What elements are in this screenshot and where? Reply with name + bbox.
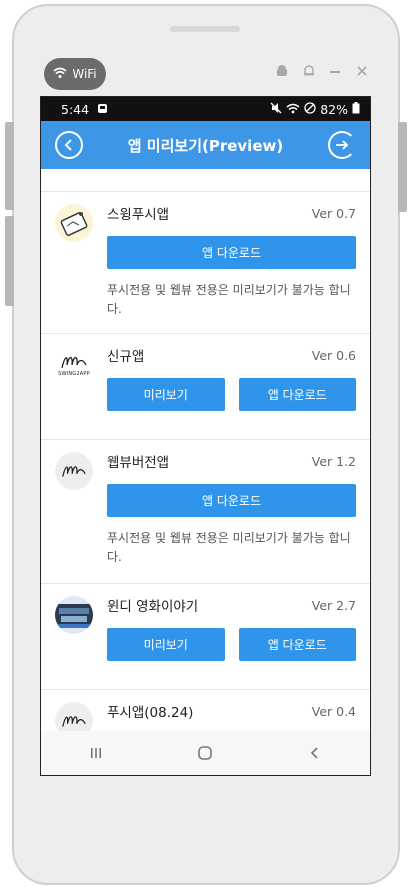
recent-apps-icon [90, 748, 101, 758]
battery-percent: 82% [320, 101, 348, 117]
app-icon: SWING2APP [55, 346, 93, 384]
app-header: 앱 미리보기(Preview) [41, 121, 370, 169]
app-icon [55, 452, 93, 490]
power-button[interactable] [398, 122, 407, 212]
notification-icon [97, 102, 108, 117]
wifi-icon [53, 67, 67, 82]
recent-apps-button[interactable] [76, 738, 116, 768]
status-time: 5:44 [61, 101, 90, 117]
emulator-toolbar [274, 60, 370, 82]
list-item: 윈디 영화이야기 Ver 2.7 미리보기 앱 다운로드 [41, 583, 370, 689]
home-icon [198, 746, 213, 760]
speaker-grille [170, 26, 240, 32]
download-button[interactable]: 앱 다운로드 [107, 484, 356, 517]
list-item: SWING2APP 신규앱 Ver 0.6 미리보기 앱 다운로드 [41, 333, 370, 439]
app-name: 신규앱 [107, 349, 145, 365]
back-nav-button[interactable] [295, 738, 335, 768]
no-sim-icon [304, 101, 316, 117]
android-icon[interactable] [274, 63, 290, 79]
app-version: Ver 0.4 [311, 703, 356, 719]
preview-button[interactable]: 미리보기 [107, 378, 225, 411]
app-version: Ver 2.7 [311, 597, 356, 613]
phone-screen: 5:44 82% 앱 미리보기(Preview) 스윙푸시앱 Ver 0.7 앱… [40, 96, 371, 776]
download-button[interactable]: 앱 다운로드 [238, 628, 356, 661]
bell-icon[interactable] [301, 63, 317, 79]
wifi-badge-label: WiFi [72, 67, 97, 81]
mute-icon [270, 102, 282, 117]
home-button[interactable] [185, 738, 225, 768]
page-title: 앱 미리보기(Preview) [127, 136, 284, 155]
close-icon[interactable] [354, 63, 370, 79]
volume-up-button[interactable] [5, 122, 14, 210]
download-button[interactable]: 앱 다운로드 [107, 236, 356, 269]
app-version: Ver 0.7 [311, 205, 356, 221]
volume-down-button[interactable] [5, 216, 14, 306]
notice-text: 푸시전용 및 웹뷰 전용은 미리보기가 불가능 합니다. [107, 531, 351, 564]
app-name: 스윙푸시앱 [107, 207, 170, 223]
app-name: 윈디 영화이야기 [107, 599, 199, 615]
list-item: 스윙푸시앱 Ver 0.7 앱 다운로드 푸시전용 및 웹뷰 전용은 미리보기가… [41, 191, 370, 333]
app-name: 푸시앱(08.24) [107, 705, 194, 721]
wifi-signal-icon [286, 102, 300, 117]
android-nav-bar [41, 731, 370, 775]
battery-icon [352, 101, 360, 117]
list-item: 푸시앱(08.24) Ver 0.4 [41, 689, 370, 731]
status-bar: 5:44 82% [41, 97, 370, 121]
wifi-badge[interactable]: WiFi [44, 58, 106, 90]
minimize-icon[interactable] [327, 63, 343, 79]
app-version: Ver 1.2 [311, 453, 356, 469]
preview-button[interactable]: 미리보기 [107, 628, 225, 661]
back-button[interactable] [55, 131, 83, 159]
app-icon [55, 596, 93, 634]
chevron-left-icon [64, 139, 72, 151]
chevron-left-icon [311, 747, 318, 759]
notice-text: 푸시전용 및 웹뷰 전용은 미리보기가 불가능 합니다. [107, 283, 351, 316]
app-icon [55, 204, 93, 242]
download-button[interactable]: 앱 다운로드 [238, 378, 356, 411]
logout-icon [335, 140, 349, 150]
app-version: Ver 0.6 [311, 347, 356, 363]
app-icon [55, 702, 93, 731]
list-item: 웹뷰버전앱 Ver 1.2 앱 다운로드 푸시전용 및 웹뷰 전용은 미리보기가… [41, 439, 370, 583]
swing2app-logo-text: SWING2APP [58, 371, 90, 377]
exit-button[interactable] [327, 131, 356, 159]
app-list[interactable]: 스윙푸시앱 Ver 0.7 앱 다운로드 푸시전용 및 웹뷰 전용은 미리보기가… [41, 169, 370, 731]
app-name: 웹뷰버전앱 [107, 455, 170, 471]
